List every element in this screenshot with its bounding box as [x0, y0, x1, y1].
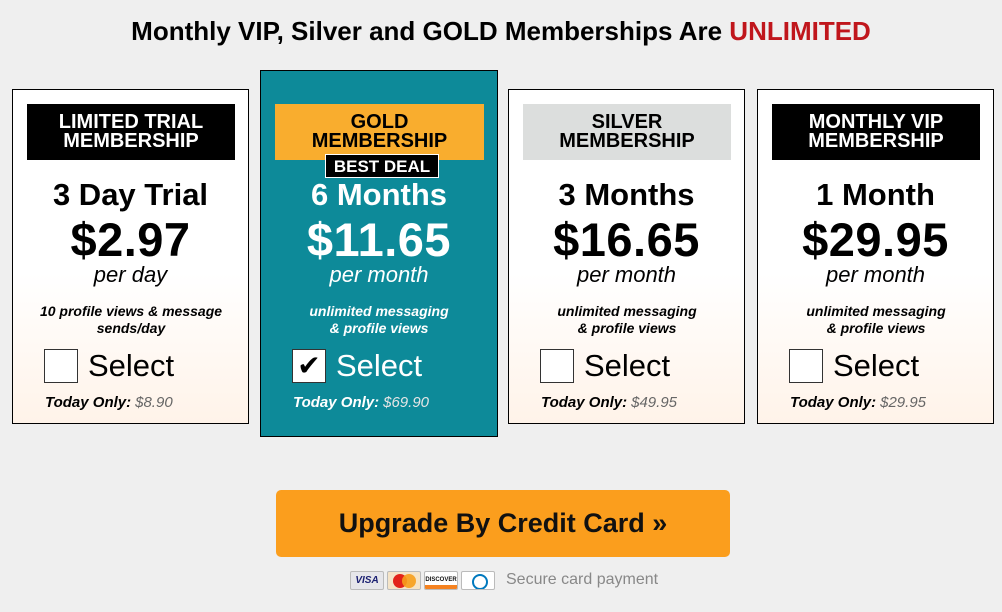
today-only-label: Today Only:: [293, 394, 380, 411]
select-checkbox[interactable]: [44, 349, 78, 383]
page-heading: Monthly VIP, Silver and GOLD Memberships…: [0, 16, 1002, 47]
select-label[interactable]: Select: [336, 348, 422, 384]
plan-card-silver[interactable]: SILVER MEMBERSHIP 3 Months $16.65 per mo…: [508, 89, 745, 424]
heading-text: Monthly VIP, Silver and GOLD Memberships…: [131, 16, 730, 46]
plan-header-line2: MEMBERSHIP: [808, 130, 944, 152]
plan-desc-line1: unlimited messaging: [557, 303, 697, 319]
plan-header-silver: SILVER MEMBERSHIP: [523, 104, 731, 160]
plan-desc-line2: sends/day: [96, 320, 166, 336]
upgrade-credit-card-button[interactable]: Upgrade By Credit Card »: [276, 490, 730, 557]
plan-desc-line2: & profile views: [826, 320, 926, 336]
today-only-price: Today Only: $29.95: [790, 394, 926, 411]
checkmark-icon: ✔: [297, 350, 321, 381]
today-only-value: $69.90: [383, 394, 430, 411]
plan-desc-line2: & profile views: [329, 320, 429, 336]
plan-duration: 3 Day Trial: [52, 177, 209, 212]
plan-description: unlimited messaging & profile views: [523, 303, 731, 337]
today-only-label: Today Only:: [541, 394, 628, 411]
plan-card-vip[interactable]: MONTHLY VIP MEMBERSHIP 1 Month $29.95 pe…: [757, 89, 994, 424]
plan-desc-line1: 10 profile views & message: [39, 303, 223, 319]
plan-duration: 3 Months: [558, 177, 695, 212]
plan-header-line2: MEMBERSHIP: [559, 130, 695, 152]
plan-price-unit: per month: [576, 262, 677, 287]
plan-price: $11.65: [306, 213, 452, 266]
today-only-price: Today Only: $69.90: [293, 394, 429, 411]
plan-select-gold[interactable]: ✔ Select: [292, 348, 422, 384]
plan-select-trial[interactable]: Select: [44, 348, 174, 384]
plan-duration: 6 Months: [310, 177, 448, 212]
plan-duration: 1 Month: [816, 177, 935, 212]
today-only-price: Today Only: $49.95: [541, 394, 677, 411]
mastercard-card-icon: [387, 570, 421, 590]
plan-header-line2: MEMBERSHIP: [63, 130, 199, 152]
plan-select-vip[interactable]: Select: [789, 348, 919, 384]
plan-select-silver[interactable]: Select: [540, 348, 670, 384]
plan-description: 10 profile views & message sends/day: [27, 303, 235, 337]
select-checkbox[interactable]: [540, 349, 574, 383]
plan-price-unit: per day: [93, 262, 168, 287]
today-only-value: $49.95: [631, 394, 678, 411]
today-only-value: $8.90: [135, 394, 173, 411]
today-only-label: Today Only:: [790, 394, 877, 411]
plan-desc-line2: & profile views: [577, 320, 677, 336]
plan-price-unit: per month: [825, 262, 926, 287]
plan-header-trial: LIMITED TRIAL MEMBERSHIP: [27, 104, 235, 160]
diners-club-card-icon: [461, 570, 495, 590]
plan-description: unlimited messaging & profile views: [275, 303, 483, 337]
select-checkbox[interactable]: [789, 349, 823, 383]
secure-payment-text: Secure card payment: [506, 571, 659, 588]
plan-header-vip: MONTHLY VIP MEMBERSHIP: [772, 104, 980, 160]
select-checkbox-checked[interactable]: ✔: [292, 349, 326, 383]
visa-card-icon: VISA: [350, 570, 384, 590]
best-deal-badge: BEST DEAL: [325, 154, 439, 178]
heading-highlight: UNLIMITED: [729, 16, 871, 46]
plan-price-unit: per month: [329, 262, 429, 287]
select-label[interactable]: Select: [833, 348, 919, 384]
today-only-price: Today Only: $8.90: [45, 394, 173, 411]
today-only-label: Today Only:: [45, 394, 132, 411]
select-label[interactable]: Select: [584, 348, 670, 384]
plan-card-trial[interactable]: LIMITED TRIAL MEMBERSHIP 3 Day Trial $2.…: [12, 89, 249, 424]
plan-header-gold: GOLD MEMBERSHIP: [275, 104, 484, 160]
plan-price: $29.95: [802, 213, 949, 266]
today-only-value: $29.95: [880, 394, 927, 411]
payment-methods: VISA DISCOVER Secure card payment: [350, 570, 658, 590]
discover-card-icon: DISCOVER: [424, 570, 458, 590]
plan-desc-line1: unlimited messaging: [309, 303, 449, 319]
plan-card-gold[interactable]: GOLD MEMBERSHIP BEST DEAL 6 Months $11.6…: [260, 70, 498, 437]
plan-header-line2: MEMBERSHIP: [311, 130, 448, 152]
plan-description: unlimited messaging & profile views: [772, 303, 980, 337]
plan-desc-line1: unlimited messaging: [806, 303, 946, 319]
plan-price: $16.65: [553, 213, 700, 266]
plan-price: $2.97: [70, 213, 191, 266]
select-label[interactable]: Select: [88, 348, 174, 384]
